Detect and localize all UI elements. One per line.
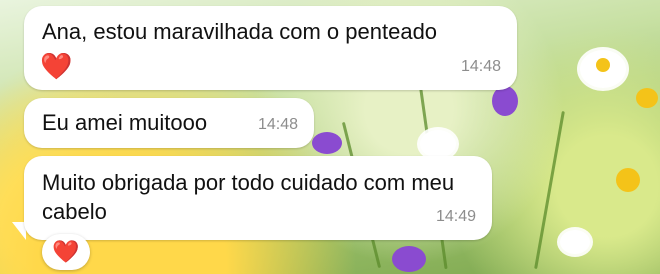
message-text: Eu amei muitooo — [42, 110, 208, 135]
message-text: Ana, estou maravilhada com o penteado — [42, 19, 438, 44]
message-text: Muito obrigada por todo cuidado com meu … — [42, 170, 455, 224]
message-bubble[interactable]: Muito obrigada por todo cuidado com meu … — [24, 156, 492, 240]
purple-flower — [312, 132, 342, 154]
purple-flower — [492, 86, 518, 116]
message-timestamp: 14:48 — [460, 58, 501, 75]
reaction-badge[interactable]: ❤️ — [42, 234, 90, 270]
yellow-flower — [616, 168, 640, 192]
message-bubble[interactable]: Eu amei muitooo 14:48 — [24, 98, 314, 148]
heart-emoji: ❤️ — [40, 51, 73, 81]
purple-flower — [392, 246, 426, 272]
message-timestamp: 14:48 — [257, 116, 298, 133]
daisy-flower — [560, 230, 590, 254]
daisy-center — [596, 58, 610, 72]
message-timestamp: 14:49 — [435, 208, 476, 225]
message-bubble[interactable]: Ana, estou maravilhada com o penteado ❤️… — [24, 6, 517, 90]
yellow-flower — [636, 88, 658, 108]
daisy-flower — [420, 130, 456, 158]
heart-reaction-icon: ❤️ — [52, 239, 80, 264]
